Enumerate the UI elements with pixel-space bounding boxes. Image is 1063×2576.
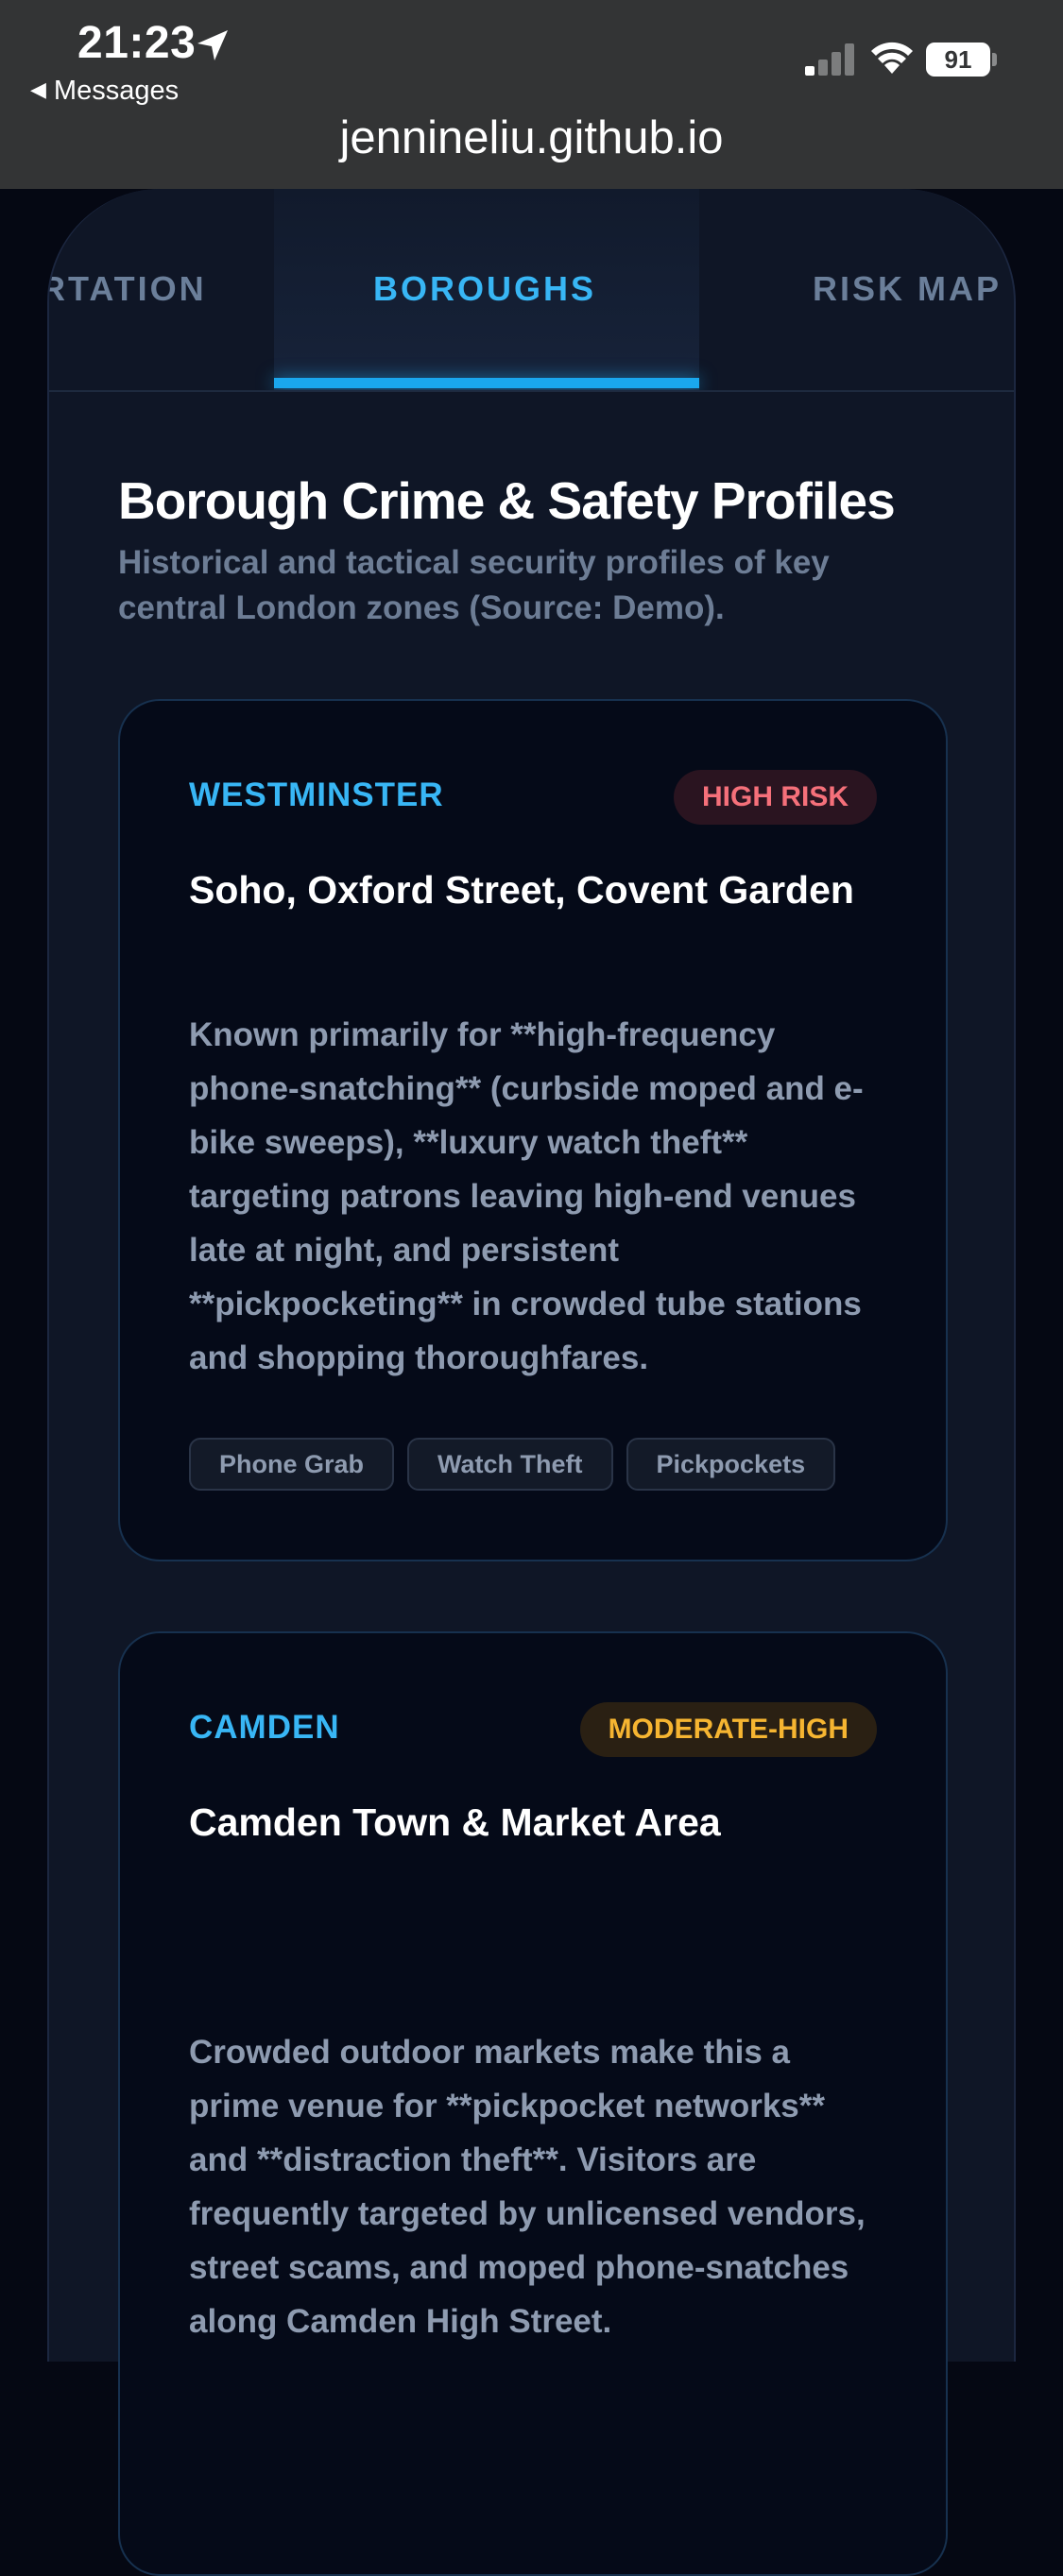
- url-bar[interactable]: jennineliu.github.io: [0, 111, 1063, 164]
- tag-phone-grab: Phone Grab: [189, 1438, 395, 1491]
- tag-watch-theft: Watch Theft: [407, 1438, 613, 1491]
- tab-boroughs[interactable]: BOROUGHS: [373, 269, 596, 309]
- active-tab-indicator: [274, 378, 699, 388]
- status-bar: 21:23 ◀ Messages 91 jennineliu.github.io: [0, 0, 1063, 189]
- borough-description: Known primarily for **high-frequency pho…: [189, 1016, 864, 1376]
- location-arrow-icon: [197, 30, 228, 60]
- risk-badge: MODERATE-HIGH: [579, 1702, 877, 1757]
- app-panel: TRANSPORTATION BOROUGHS RISK MAP Borough…: [47, 189, 1016, 2576]
- tab-bar: TRANSPORTATION BOROUGHS RISK MAP: [49, 189, 1014, 392]
- borough-description: Crowded outdoor markets make this a prim…: [189, 2034, 866, 2340]
- risk-badge: HIGH RISK: [673, 770, 877, 825]
- back-label: Messages: [53, 76, 180, 106]
- battery-indicator: 91: [926, 43, 990, 77]
- back-to-messages-link[interactable]: ◀ Messages: [30, 76, 179, 107]
- page-title: Borough Crime & Safety Profiles: [118, 471, 896, 530]
- crime-tags: Phone Grab Watch Theft Pickpockets: [189, 1438, 836, 1491]
- battery-nub: [992, 53, 997, 66]
- borough-areas: Soho, Oxford Street, Covent Garden: [189, 868, 854, 912]
- tag-pickpockets: Pickpockets: [626, 1438, 836, 1491]
- borough-name: WESTMINSTER: [189, 776, 444, 813]
- page-subtitle: Historical and tactical security profile…: [118, 544, 830, 626]
- back-triangle-icon: ◀: [30, 77, 46, 101]
- borough-card-westminster: WESTMINSTER HIGH RISK Soho, Oxford Stree…: [118, 699, 948, 1561]
- wifi-icon: [871, 42, 913, 74]
- clock: 21:23: [77, 18, 197, 68]
- tab-risk-map[interactable]: RISK MAP: [813, 269, 1002, 309]
- borough-name: CAMDEN: [189, 1709, 340, 1746]
- tab-transportation[interactable]: TRANSPORTATION: [49, 269, 207, 309]
- borough-areas: Camden Town & Market Area: [189, 1800, 721, 1844]
- borough-card-camden: CAMDEN MODERATE-HIGH Camden Town & Marke…: [118, 1631, 948, 2576]
- cellular-signal-icon: [805, 43, 854, 76]
